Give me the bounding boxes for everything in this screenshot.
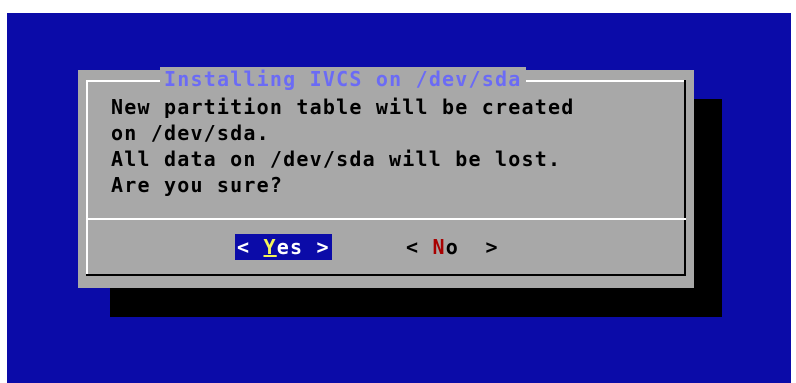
yes-left-bracket: <: [237, 235, 264, 259]
frame-bottom-line: [86, 274, 686, 276]
confirm-dialog: Installing IVCS on /dev/sda New partitio…: [78, 67, 694, 288]
dialog-title: Installing IVCS on /dev/sda: [160, 67, 526, 91]
message-line-3: All data on /dev/sda will be lost.: [111, 147, 562, 171]
message-line-4: Are you sure?: [111, 173, 284, 197]
yes-hotkey: Y: [263, 235, 277, 259]
separator-line: [86, 218, 686, 220]
no-left-bracket: <: [406, 235, 433, 259]
no-label-rest: o: [445, 235, 473, 259]
yes-right-bracket: >: [303, 235, 330, 259]
terminal-screen: Installing IVCS on /dev/sda New partitio…: [7, 13, 791, 383]
dialog-message: New partition table will be created on /d…: [111, 94, 574, 198]
message-line-1: New partition table will be created: [111, 95, 575, 119]
frame-right-line: [684, 80, 686, 276]
yes-label-rest: es: [276, 235, 304, 259]
no-button[interactable]: < No >: [406, 234, 499, 260]
frame-left-line: [86, 80, 88, 276]
no-right-bracket: >: [472, 235, 499, 259]
no-hotkey: N: [432, 235, 446, 259]
message-line-2: on /dev/sda.: [111, 121, 270, 145]
yes-button[interactable]: < Yes >: [235, 234, 332, 260]
